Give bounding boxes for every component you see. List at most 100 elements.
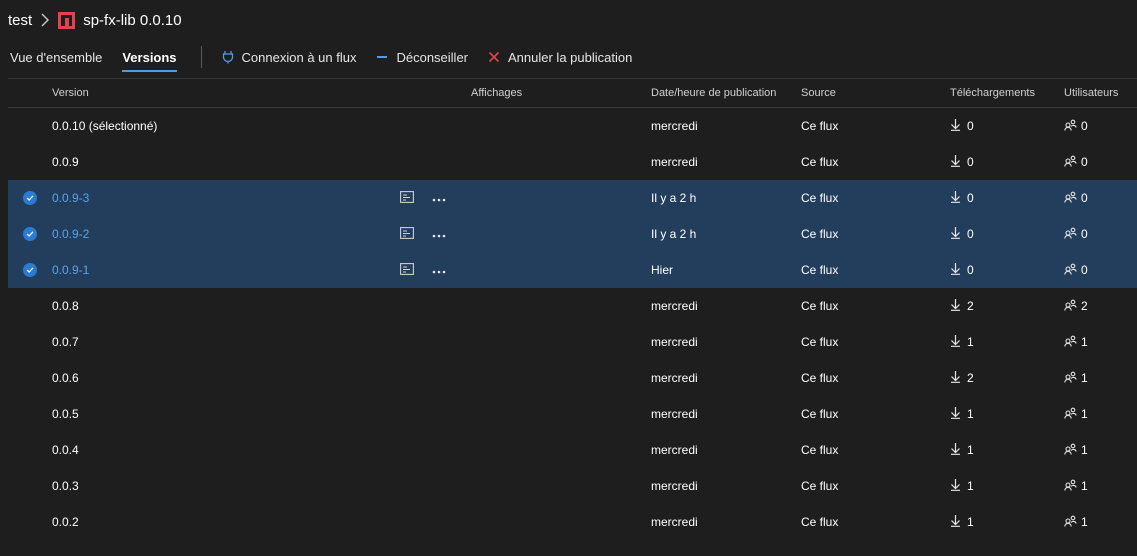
downloads-cell: 1 xyxy=(950,334,1064,350)
views-icon[interactable] xyxy=(400,190,414,206)
users-count: 1 xyxy=(1081,443,1088,457)
downloads-cell: 1 xyxy=(950,514,1064,530)
column-header-date[interactable]: Date/heure de publication xyxy=(651,87,801,99)
table-row[interactable]: 0.0.2 mercredi Ce flux 1 1 xyxy=(8,504,1137,540)
table-body: 0.0.10 (sélectionné) mercredi Ce flux 0 0 0.0… xyxy=(8,108,1137,540)
version-cell[interactable]: 0.0.9 xyxy=(52,155,348,169)
version-cell[interactable]: 0.0.7 xyxy=(52,335,348,349)
users-count: 1 xyxy=(1081,479,1088,493)
version-cell[interactable]: 0.0.6 xyxy=(52,371,348,385)
users-icon xyxy=(1064,371,1077,386)
table-row[interactable]: 0.0.5 mercredi Ce flux 1 1 xyxy=(8,396,1137,432)
more-icon[interactable] xyxy=(432,227,446,241)
date-cell: Il y a 2 h xyxy=(651,227,697,241)
table-row[interactable]: 0.0.9-3 Il y a 2 h Ce flux 0 0 xyxy=(8,180,1137,216)
downloads-cell: 1 xyxy=(950,406,1064,422)
version-cell[interactable]: 0.0.2 xyxy=(52,515,348,529)
table-row[interactable]: 0.0.8 mercredi Ce flux 2 2 xyxy=(8,288,1137,324)
unpublish-button[interactable]: Annuler la publication xyxy=(478,40,642,74)
version-cell[interactable]: 0.0.9-1 xyxy=(52,263,348,277)
users-icon xyxy=(1064,263,1077,278)
version-cell[interactable]: 0.0.8 xyxy=(52,299,348,313)
date-cell: mercredi xyxy=(651,407,698,421)
download-arrow-icon xyxy=(950,442,961,458)
version-cell[interactable]: 0.0.9-2 xyxy=(52,227,348,241)
users-icon xyxy=(1064,479,1077,494)
row-select-cell[interactable] xyxy=(8,191,52,205)
users-count: 0 xyxy=(1081,263,1088,277)
users-count: 1 xyxy=(1081,371,1088,385)
users-cell: 1 xyxy=(1064,443,1137,458)
users-icon xyxy=(1064,407,1077,422)
unpublish-label: Annuler la publication xyxy=(508,49,633,65)
date-cell: mercredi xyxy=(651,515,698,529)
source-cell: Ce flux xyxy=(801,371,839,385)
table-row[interactable]: 0.0.7 mercredi Ce flux 1 1 xyxy=(8,324,1137,360)
row-select-cell[interactable] xyxy=(8,263,52,277)
users-cell: 2 xyxy=(1064,299,1137,314)
users-icon xyxy=(1064,227,1077,242)
column-header-downloads[interactable]: Téléchargements xyxy=(950,87,1064,99)
source-cell: Ce flux xyxy=(801,407,839,421)
table-row[interactable]: 0.0.4 mercredi Ce flux 1 1 xyxy=(8,432,1137,468)
more-icon[interactable] xyxy=(432,191,446,205)
download-arrow-icon xyxy=(950,514,961,530)
users-count: 0 xyxy=(1081,155,1088,169)
source-cell: Ce flux xyxy=(801,443,839,457)
column-header-users[interactable]: Utilisateurs xyxy=(1064,87,1137,99)
views-icon[interactable] xyxy=(400,226,414,242)
deprecate-button[interactable]: Déconseiller xyxy=(366,40,478,74)
download-arrow-icon xyxy=(950,262,961,278)
download-arrow-icon xyxy=(950,226,961,242)
more-icon[interactable] xyxy=(432,263,446,277)
download-arrow-icon xyxy=(950,478,961,494)
table-row[interactable]: 0.0.9-2 Il y a 2 h Ce flux 0 0 xyxy=(8,216,1137,252)
downloads-cell: 1 xyxy=(950,442,1064,458)
connect-feed-button[interactable]: Connexion à un flux xyxy=(212,40,367,74)
version-cell[interactable]: 0.0.4 xyxy=(52,443,348,457)
breadcrumb-project[interactable]: test xyxy=(8,12,32,29)
users-count: 2 xyxy=(1081,299,1088,313)
source-cell: Ce flux xyxy=(801,335,839,349)
row-select-cell[interactable] xyxy=(8,227,52,241)
column-header-source[interactable]: Source xyxy=(801,87,950,99)
version-cell[interactable]: 0.0.5 xyxy=(52,407,348,421)
download-arrow-icon xyxy=(950,298,961,314)
plug-icon xyxy=(222,50,234,64)
users-count: 1 xyxy=(1081,407,1088,421)
users-count: 0 xyxy=(1081,119,1088,133)
download-arrow-icon xyxy=(950,118,961,134)
toolbar-divider xyxy=(200,46,202,68)
table-row[interactable]: 0.0.10 (sélectionné) mercredi Ce flux 0 0 xyxy=(8,108,1137,144)
check-circle-icon[interactable] xyxy=(23,227,37,241)
tab-versions[interactable]: Versions xyxy=(112,40,186,74)
close-icon xyxy=(488,51,500,63)
version-cell[interactable]: 0.0.9-3 xyxy=(52,191,348,205)
table-row[interactable]: 0.0.6 mercredi Ce flux 2 1 xyxy=(8,360,1137,396)
source-cell: Ce flux xyxy=(801,515,839,529)
table-row[interactable]: 0.0.9-1 Hier Ce flux 0 0 xyxy=(8,252,1137,288)
downloads-count: 1 xyxy=(967,335,974,349)
downloads-count: 0 xyxy=(967,263,974,277)
chevron-right-icon xyxy=(40,13,50,27)
download-arrow-icon xyxy=(950,406,961,422)
downloads-cell: 0 xyxy=(950,190,1064,206)
tab-overview[interactable]: Vue d'ensemble xyxy=(0,40,112,74)
versions-table: Version Affichages Date/heure de publica… xyxy=(8,78,1137,540)
column-header-version[interactable]: Version xyxy=(52,87,348,99)
column-header-views[interactable]: Affichages xyxy=(348,87,651,99)
views-icon[interactable] xyxy=(400,262,414,278)
downloads-count: 0 xyxy=(967,155,974,169)
toolbar: Vue d'ensemble Versions Connexion à un f… xyxy=(0,40,1137,74)
check-circle-icon[interactable] xyxy=(23,191,37,205)
table-row[interactable]: 0.0.3 mercredi Ce flux 1 1 xyxy=(8,468,1137,504)
users-cell: 0 xyxy=(1064,155,1137,170)
users-cell: 1 xyxy=(1064,371,1137,386)
users-count: 1 xyxy=(1081,335,1088,349)
check-circle-icon[interactable] xyxy=(23,263,37,277)
version-cell[interactable]: 0.0.3 xyxy=(52,479,348,493)
downloads-cell: 0 xyxy=(950,262,1064,278)
version-cell[interactable]: 0.0.10 (sélectionné) xyxy=(52,119,348,133)
date-cell: mercredi xyxy=(651,335,698,349)
table-row[interactable]: 0.0.9 mercredi Ce flux 0 0 xyxy=(8,144,1137,180)
